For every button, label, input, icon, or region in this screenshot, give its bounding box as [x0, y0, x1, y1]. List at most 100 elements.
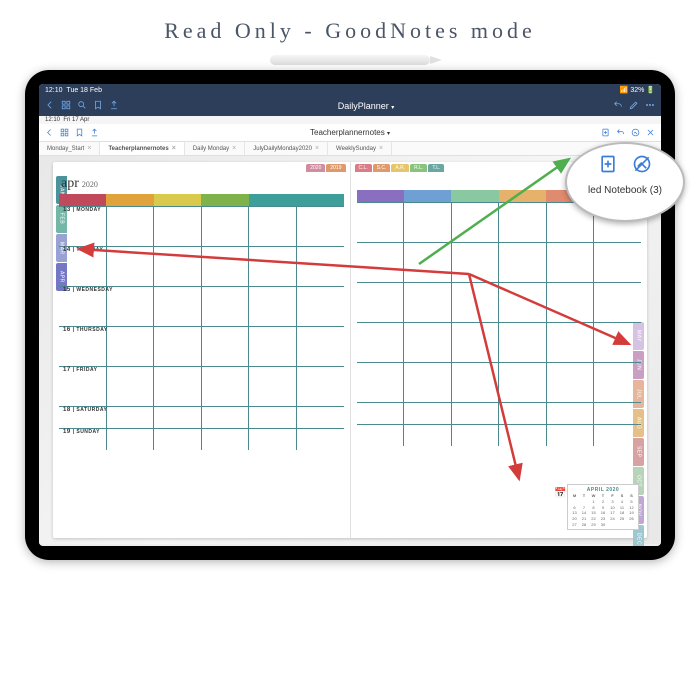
planner-cell[interactable] — [107, 367, 155, 406]
planner-cell[interactable] — [297, 247, 344, 286]
planner-cell[interactable] — [452, 425, 500, 446]
planner-cell[interactable] — [107, 287, 155, 326]
document-tab[interactable]: JulyDailyMonday2020× — [245, 142, 328, 155]
planner-cell[interactable] — [404, 283, 452, 322]
planner-cell[interactable] — [249, 287, 297, 326]
close-tab-icon[interactable]: × — [315, 145, 319, 152]
planner-cell[interactable] — [404, 425, 452, 446]
readonly-toggle-icon[interactable] — [632, 154, 652, 179]
planner-cell[interactable] — [547, 425, 595, 446]
planner-cell[interactable] — [107, 327, 155, 366]
planner-cell[interactable] — [107, 207, 155, 246]
planner-cell[interactable] — [249, 367, 297, 406]
bookmark-icon[interactable] — [75, 124, 84, 142]
subject-pill[interactable]: A.R. — [391, 164, 409, 172]
planner-cell[interactable] — [357, 363, 405, 402]
subject-pill[interactable]: S.C. — [373, 164, 391, 172]
document-tab[interactable]: Daily Monday× — [185, 142, 245, 155]
subject-pill[interactable]: R.L. — [410, 164, 427, 172]
planner-cell[interactable] — [452, 243, 500, 282]
planner-cell[interactable] — [594, 363, 641, 402]
close-tab-icon[interactable]: × — [87, 145, 91, 152]
planner-cell[interactable] — [404, 203, 452, 242]
planner-cell[interactable] — [452, 403, 500, 424]
planner-cell[interactable] — [154, 247, 202, 286]
planner-cell[interactable] — [594, 243, 641, 282]
planner-cell[interactable] — [404, 403, 452, 424]
planner-cell[interactable] — [594, 323, 641, 362]
planner-cell[interactable] — [202, 287, 250, 326]
close-icon[interactable] — [646, 124, 655, 142]
planner-cell[interactable] — [357, 425, 405, 446]
year-pill[interactable]: 2020 — [306, 164, 325, 172]
add-page-icon[interactable] — [598, 154, 618, 179]
planner-cell[interactable] — [357, 203, 405, 242]
planner-cell[interactable] — [499, 203, 547, 242]
planner-cell[interactable] — [404, 363, 452, 402]
planner-cell[interactable] — [249, 247, 297, 286]
planner-cell[interactable] — [452, 363, 500, 402]
undo-icon[interactable] — [616, 124, 625, 142]
planner-cell[interactable] — [452, 323, 500, 362]
planner-cell[interactable] — [249, 407, 297, 428]
planner-cell[interactable] — [107, 429, 155, 450]
planner-cell[interactable] — [452, 283, 500, 322]
close-tab-icon[interactable]: × — [172, 145, 176, 152]
planner-cell[interactable] — [499, 403, 547, 424]
planner-cell[interactable] — [297, 327, 344, 366]
planner-cell[interactable] — [154, 429, 202, 450]
planner-cell[interactable] — [154, 207, 202, 246]
planner-cell[interactable] — [297, 287, 344, 326]
planner-cell[interactable] — [499, 323, 547, 362]
planner-cell[interactable] — [404, 243, 452, 282]
planner-cell[interactable] — [404, 323, 452, 362]
planner-cell[interactable] — [499, 283, 547, 322]
planner-cell[interactable] — [547, 283, 595, 322]
inner-app-title[interactable]: Teacherplannernotes ▾ — [310, 128, 390, 137]
planner-cell[interactable] — [202, 247, 250, 286]
planner-cell[interactable] — [547, 323, 595, 362]
planner-cell[interactable] — [452, 203, 500, 242]
subject-pill[interactable]: C.L. — [355, 164, 372, 172]
planner-cell[interactable] — [499, 243, 547, 282]
share-icon[interactable] — [109, 97, 119, 115]
year-pill[interactable]: 2019 — [326, 164, 345, 172]
back-icon[interactable] — [45, 97, 55, 115]
subject-pill[interactable]: T.L. — [428, 164, 444, 172]
pen-icon[interactable] — [629, 97, 639, 115]
planner-cell[interactable] — [547, 363, 595, 402]
document-tab[interactable]: Teacherplannernotes× — [100, 142, 184, 155]
planner-cell[interactable] — [594, 283, 641, 322]
planner-cell[interactable] — [499, 425, 547, 446]
share-icon[interactable] — [90, 124, 99, 142]
planner-cell[interactable] — [357, 323, 405, 362]
planner-cell[interactable] — [249, 327, 297, 366]
planner-cell[interactable] — [154, 367, 202, 406]
search-icon[interactable] — [77, 97, 87, 115]
planner-cell[interactable] — [297, 207, 344, 246]
planner-cell[interactable] — [297, 367, 344, 406]
planner-cell[interactable] — [107, 407, 155, 428]
planner-cell[interactable] — [499, 363, 547, 402]
planner-cell[interactable] — [202, 407, 250, 428]
close-tab-icon[interactable]: × — [232, 145, 236, 152]
planner-cell[interactable] — [154, 287, 202, 326]
planner-cell[interactable] — [202, 429, 250, 450]
planner-cell[interactable] — [357, 283, 405, 322]
bookmark-icon[interactable] — [93, 97, 103, 115]
planner-cell[interactable] — [202, 207, 250, 246]
back-icon[interactable] — [45, 124, 54, 142]
planner-cell[interactable] — [154, 327, 202, 366]
document-tab[interactable]: Monday_Start× — [39, 142, 100, 155]
outer-app-title[interactable]: DailyPlanner ▾ — [338, 101, 395, 111]
planner-cell[interactable] — [357, 403, 405, 424]
planner-cell[interactable] — [594, 425, 641, 446]
planner-cell[interactable] — [547, 243, 595, 282]
document-tab[interactable]: WeeklySunday× — [328, 142, 392, 155]
undo-icon[interactable] — [613, 97, 623, 115]
planner-cell[interactable] — [202, 367, 250, 406]
planner-cell[interactable] — [547, 403, 595, 424]
grid-icon[interactable] — [61, 97, 71, 115]
readonly-icon[interactable] — [631, 124, 640, 142]
grid-icon[interactable] — [60, 124, 69, 142]
